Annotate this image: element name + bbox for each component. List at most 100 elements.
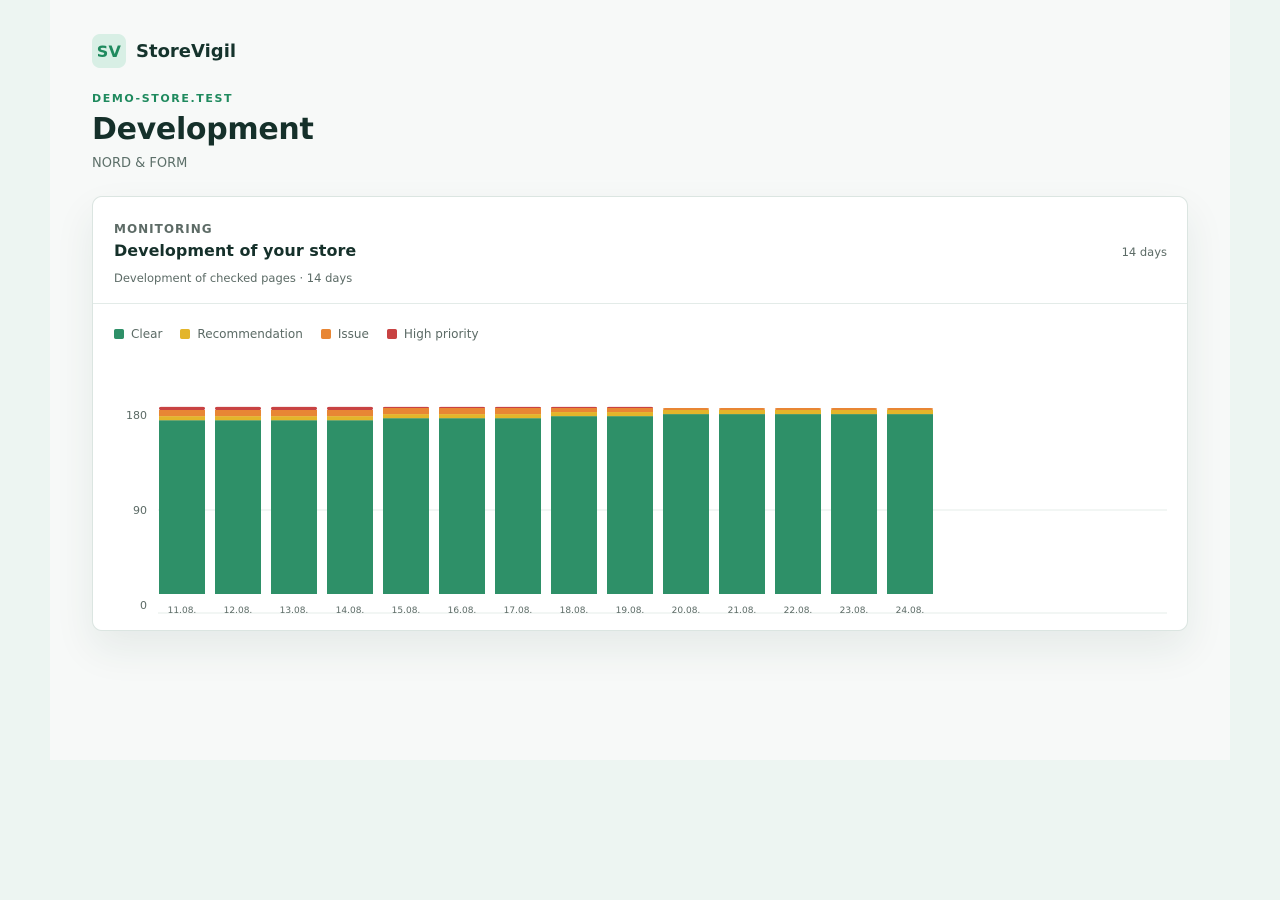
x-tick-label: 19.08.: [616, 606, 645, 616]
bar-segment-recommendation: [719, 410, 765, 415]
legend-label-high-priority: High priority: [403, 327, 479, 341]
bar-group[interactable]: [327, 406, 373, 594]
store-name: NORD & FORM: [92, 156, 188, 171]
bar-segment-high-priority: [495, 406, 541, 408]
bar-segment-issue: [383, 407, 429, 415]
bar-segment-high-priority: [159, 406, 205, 410]
bar-segment-high-priority: [327, 406, 373, 410]
bar-segment-issue: [831, 407, 877, 410]
bar-segment-recommendation: [271, 416, 317, 421]
bar-segment-issue: [775, 407, 821, 410]
x-tick-label: 20.08.: [672, 606, 701, 616]
bar-group[interactable]: [159, 406, 205, 594]
bar-segment-clear: [159, 420, 205, 594]
range-label: 14 days: [1121, 245, 1167, 259]
brand-name: StoreVigil: [136, 40, 237, 62]
bar-segment-recommendation: [439, 414, 485, 419]
x-tick-label: 12.08.: [224, 606, 253, 616]
page-title: Development: [92, 112, 314, 147]
legend-label-clear: Clear: [131, 327, 163, 341]
bar-segment-clear: [719, 414, 765, 594]
bar-segment-clear: [383, 418, 429, 594]
development-chart: 0 90 180 11.08. 12.08. 13.08. 14.08. 15.08. 16.0…: [126, 406, 1167, 616]
bar-segment-clear: [327, 420, 373, 594]
bar-segment-recommendation: [327, 416, 373, 421]
bar-segment-clear: [775, 414, 821, 594]
card-eyebrow: MONITORING: [114, 222, 213, 236]
bar-segment-high-priority: [271, 406, 317, 410]
x-tick-label: 23.08.: [840, 606, 869, 616]
bar-segment-high-priority: [551, 406, 597, 408]
legend-swatch-issue: [320, 329, 331, 339]
x-tick-label: 24.08.: [896, 606, 925, 616]
legend-item-recommendation: Recommendation: [180, 327, 303, 341]
bar-segment-recommendation: [887, 410, 933, 415]
bar-segment-recommendation: [775, 410, 821, 415]
x-tick-label: 13.08.: [280, 606, 309, 616]
bar-group[interactable]: [551, 406, 597, 594]
bar-segment-recommendation: [495, 414, 541, 419]
bar-segment-clear: [663, 414, 709, 594]
legend-item-issue: Issue: [320, 327, 369, 341]
bar-segment-issue: [887, 407, 933, 410]
bar-group[interactable]: [439, 406, 485, 594]
x-tick-label: 18.08.: [560, 606, 589, 616]
x-tick-label: 16.08.: [448, 606, 477, 616]
card-description: Development of checked pages · 14 days: [114, 271, 353, 285]
bar-segment-issue: [215, 410, 261, 417]
x-tick-label: 15.08.: [392, 606, 421, 616]
bar-group[interactable]: [495, 406, 541, 594]
bar-segment-high-priority: [383, 406, 429, 408]
x-tick-label: 17.08.: [504, 606, 533, 616]
bar-segment-issue: [607, 407, 653, 413]
bar-group[interactable]: [663, 407, 709, 594]
card-title: Development of your store: [114, 241, 357, 260]
x-tick-label: 11.08.: [168, 606, 197, 616]
development-card: MONITORING Development of your store Dev…: [92, 196, 1188, 631]
legend-swatch-recommendation: [180, 329, 191, 339]
bar-segment-recommendation: [663, 410, 709, 415]
bar-segment-issue: [719, 407, 765, 410]
x-tick-label: 14.08.: [336, 606, 365, 616]
y-tick-label: 0: [140, 599, 147, 612]
bar-segment-recommendation: [159, 416, 205, 421]
bar-segment-issue: [439, 407, 485, 415]
legend-swatch-high-priority: [386, 329, 397, 339]
bar-segment-high-priority: [607, 406, 653, 408]
legend-label-issue: Issue: [337, 327, 369, 341]
bar-segment-issue: [159, 410, 205, 417]
bar-segment-issue: [327, 410, 373, 417]
brand-logo: SV: [92, 34, 126, 68]
bar-group[interactable]: [607, 406, 653, 594]
x-tick-label: 21.08.: [728, 606, 757, 616]
bar-segment-clear: [887, 414, 933, 594]
bar-segment-clear: [215, 420, 261, 594]
bar-group[interactable]: [719, 407, 765, 594]
brand[interactable]: SV StoreVigil: [92, 34, 236, 68]
bar-segment-recommendation: [831, 410, 877, 415]
bar-group[interactable]: [383, 406, 429, 594]
bar-segment-issue: [551, 407, 597, 413]
bar-segment-clear: [495, 418, 541, 594]
bar-group[interactable]: [831, 407, 877, 594]
card-header: MONITORING Development of your store Dev…: [93, 197, 1187, 304]
bar-segment-recommendation: [383, 414, 429, 419]
y-tick-label: 180: [126, 409, 147, 422]
bar-segment-issue: [271, 410, 317, 417]
bar-segment-issue: [495, 407, 541, 415]
bar-segment-clear: [439, 418, 485, 594]
bar-group[interactable]: [215, 406, 261, 594]
bar-group[interactable]: [887, 407, 933, 594]
bar-segment-issue: [663, 407, 709, 410]
bar-segment-recommendation: [607, 412, 653, 417]
bar-segment-clear: [271, 420, 317, 594]
bar-segment-high-priority: [215, 406, 261, 410]
bar-segment-recommendation: [551, 412, 597, 417]
bar-group[interactable]: [271, 406, 317, 594]
bar-group[interactable]: [775, 407, 821, 594]
page: SV StoreVigil DEMO-STORE.TEST Developmen…: [50, 0, 1230, 760]
legend-item-clear: Clear: [114, 327, 162, 341]
bar-segment-clear: [551, 416, 597, 594]
bar-segment-clear: [831, 414, 877, 594]
bar-segment-recommendation: [215, 416, 261, 421]
